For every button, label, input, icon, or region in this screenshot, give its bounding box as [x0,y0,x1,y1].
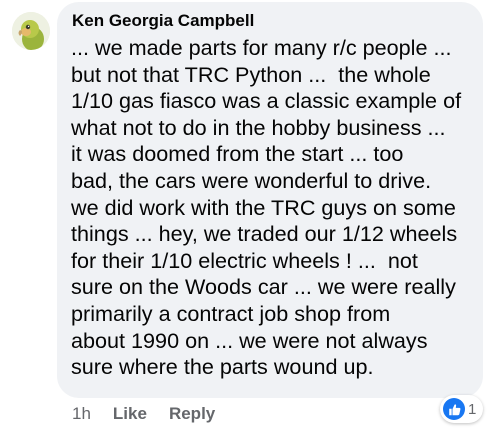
comment-line: it was doomed from the start ... too [71,141,404,167]
comment-line: what not to do in the hobby business ... [71,114,446,140]
comment-line: primarily a contract job shop from [71,300,391,326]
comment-line: things ... hey, we traded our 1/12 wheel… [71,221,458,247]
comment-text: ... we made parts for many r/c people ..… [71,35,477,381]
comment-line: ... we made parts for many r/c people ..… [71,35,452,60]
thumbs-up-icon [443,398,465,420]
comment-actions: 1h Like Reply [72,404,215,424]
comment-line: but not that TRC Python ... the whole [71,61,431,87]
comment-author[interactable]: Ken Georgia Campbell [72,11,254,31]
comment-line: sure on the Woods car ... we were really [71,274,456,300]
comment-line: bad, the cars were wonderful to drive. [71,167,432,193]
comment-bubble: Ken Georgia Campbell ... we made parts f… [57,2,483,398]
comment-line: we did work with the TRC guys on some [71,194,456,220]
comment-timestamp[interactable]: 1h [72,404,91,424]
comment-line: sure where the parts wound up. [71,354,374,380]
comment-line: 1/10 gas fiasco was a classic example of [71,88,462,114]
reaction-count: 1 [468,400,477,418]
reply-button[interactable]: Reply [169,404,215,424]
reaction-summary[interactable]: 1 [440,395,484,423]
like-button[interactable]: Like [113,404,147,424]
comment: Ken Georgia Campbell ... we made parts f… [0,0,500,428]
parrot-avatar-image [12,12,50,50]
avatar[interactable] [12,12,50,50]
comment-line: for their 1/10 electric wheels ! ... not [71,247,418,273]
comment-line: about 1990 on ... we were not always [71,327,428,353]
